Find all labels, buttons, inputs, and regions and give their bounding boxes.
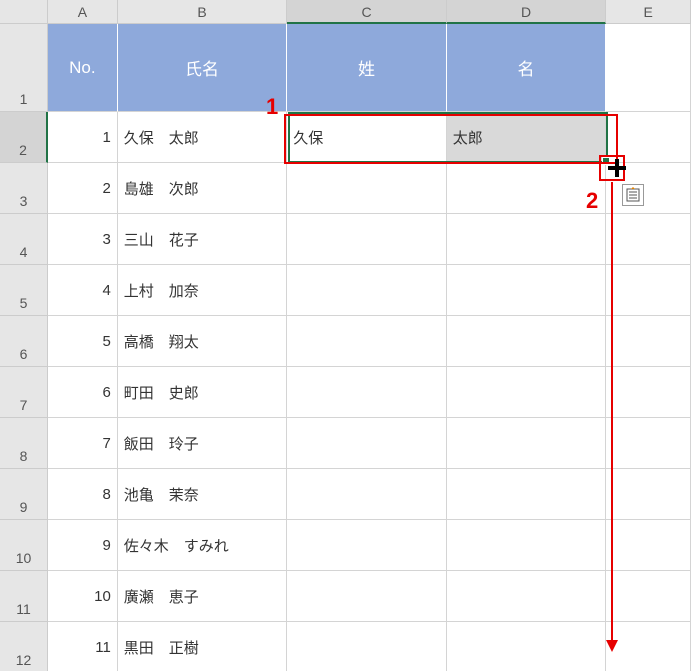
row-header-2[interactable]: 2	[0, 112, 48, 163]
cell-no[interactable]: 3	[48, 214, 118, 265]
row-header-12[interactable]: 12	[0, 622, 48, 671]
cell-mei[interactable]	[447, 214, 607, 265]
table-row: 7 飯田 玲子	[48, 418, 691, 469]
col-header-d[interactable]: D	[447, 0, 607, 24]
header-no[interactable]: No.	[48, 24, 118, 112]
header-name[interactable]: 氏名	[118, 24, 287, 112]
cell-mei[interactable]	[447, 163, 607, 214]
cell-mei[interactable]: 太郎	[447, 112, 607, 163]
cell-mei[interactable]	[447, 571, 607, 622]
cell-name[interactable]: 高橋 翔太	[118, 316, 287, 367]
cell-no[interactable]: 10	[48, 571, 118, 622]
cell-no[interactable]: 7	[48, 418, 118, 469]
row-header-9[interactable]: 9	[0, 469, 48, 520]
cell-sei[interactable]	[287, 265, 447, 316]
table-row: 11 黒田 正樹	[48, 622, 691, 671]
cell-mei[interactable]	[447, 367, 607, 418]
table-row: 5 高橋 翔太	[48, 316, 691, 367]
row-header-3[interactable]: 3	[0, 163, 48, 214]
header-mei[interactable]: 名	[447, 24, 607, 112]
cell-no[interactable]: 2	[48, 163, 118, 214]
cell-sei[interactable]	[287, 418, 447, 469]
col-header-e[interactable]: E	[606, 0, 691, 24]
cell-sei[interactable]	[287, 367, 447, 418]
table-row: 1 久保 太郎 久保 太郎	[48, 112, 691, 163]
cell-no[interactable]: 6	[48, 367, 118, 418]
row-header-8[interactable]: 8	[0, 418, 48, 469]
cell-mei[interactable]	[447, 316, 607, 367]
cell-no[interactable]: 5	[48, 316, 118, 367]
cell-name[interactable]: 久保 太郎	[118, 112, 287, 163]
cell-mei[interactable]	[447, 418, 607, 469]
table-row: 3 三山 花子	[48, 214, 691, 265]
cell-no[interactable]: 9	[48, 520, 118, 571]
row-header-10[interactable]: 10	[0, 520, 48, 571]
row-header-4[interactable]: 4	[0, 214, 48, 265]
autofill-options-button[interactable]	[622, 184, 644, 206]
cell-name[interactable]: 三山 花子	[118, 214, 287, 265]
col-header-c[interactable]: C	[287, 0, 447, 24]
row-header-1[interactable]: 1	[0, 24, 48, 112]
cell-mei[interactable]	[447, 520, 607, 571]
table-row: 9 佐々木 すみれ	[48, 520, 691, 571]
row-header-5[interactable]: 5	[0, 265, 48, 316]
cell-e[interactable]	[606, 265, 691, 316]
select-all-corner[interactable]	[0, 0, 48, 24]
spreadsheet: A B C D E 1 2 3 4 5 6 7 8 9 10 11 12 No.…	[0, 0, 691, 671]
cell-name[interactable]: 佐々木 すみれ	[118, 520, 287, 571]
row-header-7[interactable]: 7	[0, 367, 48, 418]
cell-e[interactable]	[606, 520, 691, 571]
cell-name[interactable]: 島雄 次郎	[118, 163, 287, 214]
cell-no[interactable]: 8	[48, 469, 118, 520]
cell-e[interactable]	[606, 316, 691, 367]
row-header-6[interactable]: 6	[0, 316, 48, 367]
cell-sei[interactable]	[287, 469, 447, 520]
cell-name[interactable]: 廣瀬 恵子	[118, 571, 287, 622]
cell-sei[interactable]	[287, 214, 447, 265]
cell-e[interactable]	[606, 367, 691, 418]
cell-name[interactable]: 上村 加奈	[118, 265, 287, 316]
cell-no[interactable]: 1	[48, 112, 118, 163]
table-row: 4 上村 加奈	[48, 265, 691, 316]
table-row: 10 廣瀬 恵子	[48, 571, 691, 622]
cell-no[interactable]: 4	[48, 265, 118, 316]
cell-e[interactable]	[606, 112, 691, 163]
table-row: 8 池亀 茉奈	[48, 469, 691, 520]
cell-sei[interactable]	[287, 163, 447, 214]
col-header-a[interactable]: A	[48, 0, 118, 24]
table-row: 6 町田 史郎	[48, 367, 691, 418]
row-headers: 1 2 3 4 5 6 7 8 9 10 11 12	[0, 24, 48, 671]
table-row: 2 島雄 次郎	[48, 163, 691, 214]
col-header-b[interactable]: B	[118, 0, 287, 24]
cell-sei[interactable]	[287, 520, 447, 571]
table-header-row: No. 氏名 姓 名	[48, 24, 691, 112]
cell-grid: No. 氏名 姓 名 1 久保 太郎 久保 太郎 2 島雄 次郎 3 三山 花子	[48, 24, 691, 671]
cell-name[interactable]: 黒田 正樹	[118, 622, 287, 671]
cell-e[interactable]	[606, 571, 691, 622]
cell-name[interactable]: 池亀 茉奈	[118, 469, 287, 520]
row-header-11[interactable]: 11	[0, 571, 48, 622]
cell-no[interactable]: 11	[48, 622, 118, 671]
header-sei[interactable]: 姓	[287, 24, 447, 112]
cell-mei[interactable]	[447, 622, 607, 671]
cell-name[interactable]: 町田 史郎	[118, 367, 287, 418]
cell-sei[interactable]	[287, 571, 447, 622]
cell-e[interactable]	[606, 418, 691, 469]
cell-e[interactable]	[606, 469, 691, 520]
cell-sei[interactable]: 久保	[287, 112, 447, 163]
column-headers: A B C D E	[48, 0, 691, 24]
cell-mei[interactable]	[447, 469, 607, 520]
cell-e[interactable]	[606, 622, 691, 671]
cell-e1[interactable]	[606, 24, 691, 112]
cell-e[interactable]	[606, 163, 691, 214]
cell-e[interactable]	[606, 214, 691, 265]
cell-mei[interactable]	[447, 265, 607, 316]
cell-sei[interactable]	[287, 316, 447, 367]
cell-sei[interactable]	[287, 622, 447, 671]
cell-name[interactable]: 飯田 玲子	[118, 418, 287, 469]
